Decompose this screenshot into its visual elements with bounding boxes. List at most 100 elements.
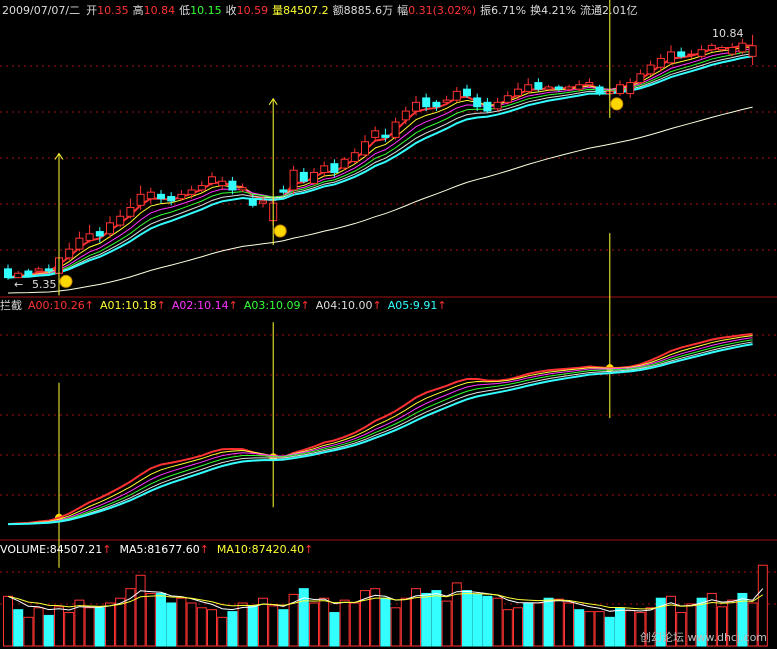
candle-body — [136, 193, 145, 206]
candle-body — [483, 101, 492, 112]
candle-body — [157, 193, 165, 200]
volume-bar — [13, 609, 24, 647]
candle-body — [442, 99, 451, 103]
legend-up-arrow-icon: ↑ — [200, 543, 209, 556]
indicator-line-5 — [7, 343, 753, 526]
candle-body — [391, 121, 400, 138]
candle-body — [85, 233, 94, 241]
volume-bar — [207, 609, 217, 647]
candle-body — [748, 45, 757, 57]
candle-body — [218, 180, 227, 187]
candle-body — [238, 187, 247, 191]
grid-lines — [0, 65, 777, 605]
candle-body — [381, 134, 390, 138]
volume-bar — [298, 588, 309, 647]
volume-bar — [309, 602, 319, 647]
volume-bar — [176, 597, 187, 647]
volume-bar — [115, 597, 126, 647]
candle-body — [401, 110, 410, 121]
volume-bar — [145, 592, 156, 647]
indicator-legend-item: A02:10.14 — [172, 299, 229, 312]
candle-body — [116, 215, 125, 226]
legend-up-arrow-icon: ↑ — [372, 299, 381, 312]
volume-bar — [523, 602, 534, 647]
volume-bar — [166, 602, 177, 647]
candle-body — [75, 237, 84, 250]
indicator-lines — [7, 333, 753, 526]
volume-legend-item: VOLUME:84507.21 — [0, 543, 102, 556]
candle-body — [34, 268, 43, 272]
candle-body — [728, 47, 737, 55]
volume-bar — [421, 592, 432, 647]
legend-up-arrow-icon: ↑ — [304, 543, 313, 556]
volume-bar — [472, 593, 483, 647]
legend-up-arrow-icon: ↑ — [102, 543, 111, 556]
legend-up-arrow-icon: ↑ — [157, 299, 166, 312]
candle-body — [106, 222, 114, 235]
candle-body — [299, 171, 308, 182]
legend-up-arrow-icon: ↑ — [301, 299, 310, 312]
volume-legend: VOLUME:84507.21↑ MA5:81677.60↑ MA10:87420.… — [0, 543, 313, 556]
volume-bar — [156, 592, 166, 647]
volume-legend-item: MA5:81677.60 — [119, 543, 199, 556]
candle-body — [24, 270, 33, 276]
signal-face-icon — [273, 224, 287, 238]
candle-body — [544, 86, 553, 90]
volume-bar — [268, 605, 279, 647]
candle-body — [667, 51, 675, 64]
watermark: 创幻论坛 www.dhcj.com — [640, 630, 767, 644]
candle-body — [279, 189, 288, 193]
volume-bar — [94, 607, 105, 647]
candle-body — [707, 44, 716, 51]
candle-body — [636, 73, 645, 84]
volume-bar — [380, 597, 391, 647]
volume-bar — [604, 616, 615, 647]
candle-body — [95, 231, 104, 237]
volume-bar — [370, 588, 381, 647]
volume-bar — [23, 616, 34, 647]
volume-bar — [594, 611, 605, 647]
candle-body — [330, 163, 339, 173]
candle-body — [228, 180, 237, 191]
candle-body — [126, 206, 135, 217]
candle-body — [575, 84, 584, 90]
candle-body — [738, 42, 747, 53]
candle-body — [350, 152, 359, 162]
candle-body — [422, 97, 431, 108]
candle-body — [626, 82, 635, 95]
stock-chart: 2009/07/07/二 开10.35 高10.84 低10.15 收10.59 量845… — [0, 0, 777, 647]
volume-bar — [513, 607, 523, 647]
volume-bar — [615, 607, 625, 647]
candle-body — [187, 189, 196, 195]
volume-bar — [400, 597, 411, 647]
volume-legend-item: MA10:87420.40 — [217, 543, 304, 556]
candle-body — [412, 101, 420, 112]
candle-body — [656, 57, 665, 68]
candle-body — [554, 86, 563, 90]
candle-body — [595, 86, 604, 95]
volume-bar — [54, 606, 64, 647]
high-annotation: 10.84 — [712, 27, 744, 40]
volume-bar — [553, 598, 564, 647]
candle-body — [646, 64, 655, 75]
candle-body — [146, 191, 155, 200]
candle-body — [524, 84, 533, 92]
ma-line-long — [7, 106, 753, 294]
volume-bar — [237, 602, 248, 647]
volume-bar — [543, 597, 554, 647]
volume-bar — [247, 605, 258, 647]
candle-body — [14, 272, 23, 279]
volume-bar — [625, 610, 636, 647]
volume-bar — [217, 616, 228, 647]
volume-bar — [349, 602, 360, 647]
volume-bar — [84, 607, 95, 647]
candle-body — [565, 86, 573, 90]
candle-body — [4, 268, 12, 279]
volume-bar — [390, 607, 401, 647]
candle-body — [697, 49, 706, 57]
indicator-line-0 — [7, 333, 753, 526]
legend-up-arrow-icon: ↑ — [437, 299, 446, 312]
candle-body — [248, 198, 257, 206]
candle-body — [616, 84, 624, 95]
candle-body — [371, 130, 380, 138]
